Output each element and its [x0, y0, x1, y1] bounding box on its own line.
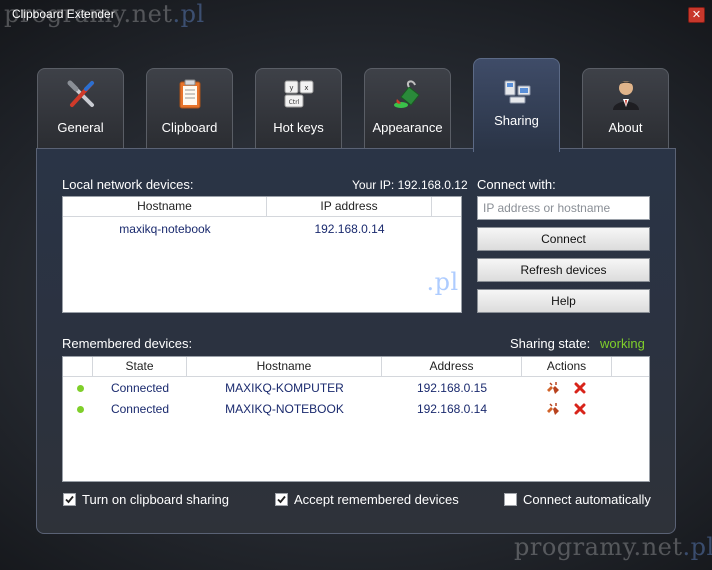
- watermark-center: programy.net.pl: [258, 268, 459, 296]
- disconnect-icon[interactable]: [546, 381, 560, 395]
- column-header-ip[interactable]: IP address: [267, 197, 432, 216]
- tab-appearance[interactable]: Appearance: [364, 68, 451, 148]
- close-button[interactable]: ✕: [688, 7, 705, 23]
- remembered-devices-heading: Remembered devices:: [62, 336, 193, 351]
- refresh-devices-button[interactable]: Refresh devices: [477, 258, 650, 282]
- window-title: Clipboard Extender: [12, 7, 115, 21]
- connect-automatically-label[interactable]: Connect automatically: [523, 492, 651, 507]
- delete-icon[interactable]: [574, 403, 586, 415]
- address-cell: 192.168.0.14: [416, 402, 488, 416]
- hostname-cell: MAXIKQ-KOMPUTER: [225, 381, 344, 395]
- state-cell: Connected: [110, 402, 170, 416]
- delete-icon[interactable]: [574, 382, 586, 394]
- local-devices-heading: Local network devices:: [62, 177, 194, 192]
- connected-status-dot: [77, 406, 84, 413]
- svg-text:x: x: [304, 84, 308, 92]
- user-icon: [613, 81, 639, 110]
- hostname-cell: maxikq-notebook: [119, 222, 211, 236]
- tab-label: Sharing: [494, 113, 539, 128]
- clipboard-sharing-label[interactable]: Turn on clipboard sharing: [82, 492, 229, 507]
- network-computers-icon: [504, 80, 531, 104]
- column-header-address[interactable]: Address: [382, 357, 522, 376]
- list-header: Hostname IP address: [63, 197, 461, 217]
- list-header: State Hostname Address Actions: [63, 357, 649, 377]
- disconnect-icon[interactable]: [546, 402, 560, 416]
- tab-label: General: [57, 120, 104, 135]
- checkmark-icon: [277, 495, 286, 504]
- connect-automatically-checkbox[interactable]: [504, 493, 517, 506]
- column-header-state[interactable]: State: [93, 357, 187, 376]
- column-header-actions[interactable]: Actions: [522, 357, 612, 376]
- clipboard-icon: [179, 79, 201, 109]
- tab-about[interactable]: About: [582, 68, 669, 148]
- sharing-state-label: Sharing state:: [510, 336, 591, 351]
- hostname-cell: MAXIKQ-NOTEBOOK: [225, 402, 344, 416]
- state-cell: Connected: [110, 381, 170, 395]
- tab-clipboard[interactable]: Clipboard: [146, 68, 233, 148]
- tab-hot-keys[interactable]: y x Ctrl Hot keys: [255, 68, 342, 148]
- accept-remembered-label[interactable]: Accept remembered devices: [294, 492, 459, 507]
- tools-icon: [67, 80, 94, 107]
- address-cell: 192.168.0.15: [416, 381, 488, 395]
- tab-general[interactable]: General: [37, 68, 124, 148]
- tab-label: About: [608, 120, 643, 135]
- your-ip-text: Your IP: 192.168.0.12: [352, 178, 468, 192]
- column-header-indicator[interactable]: [63, 357, 93, 376]
- tab-label: Appearance: [372, 120, 443, 135]
- help-button[interactable]: Help: [477, 289, 650, 313]
- tab-sharing[interactable]: Sharing: [473, 58, 560, 152]
- paint-bucket-icon: [394, 80, 420, 108]
- host-input[interactable]: [477, 196, 650, 220]
- svg-text:Ctrl: Ctrl: [289, 99, 300, 106]
- table-row[interactable]: Connected MAXIKQ-NOTEBOOK 192.168.0.14: [63, 399, 649, 419]
- column-header-hostname[interactable]: Hostname: [63, 197, 267, 216]
- table-row[interactable]: Connected MAXIKQ-KOMPUTER 192.168.0.15: [63, 378, 649, 398]
- accept-remembered-checkbox[interactable]: [275, 493, 288, 506]
- clipboard-sharing-checkbox[interactable]: [63, 493, 76, 506]
- checkmark-icon: [65, 495, 74, 504]
- svg-text:y: y: [289, 84, 293, 92]
- watermark-bottom: programy.net.pl: [514, 533, 712, 561]
- connect-heading: Connect with:: [477, 177, 556, 192]
- ip-cell: 192.168.0.14: [314, 222, 385, 236]
- connect-button[interactable]: Connect: [477, 227, 650, 251]
- remembered-devices-list[interactable]: State Hostname Address Actions Connected…: [62, 356, 650, 482]
- keyboard-keys-icon: y x Ctrl: [284, 80, 314, 108]
- title-bar: Clipboard Extender ✕: [0, 0, 712, 30]
- column-header-hostname[interactable]: Hostname: [187, 357, 382, 376]
- tab-label: Clipboard: [161, 120, 218, 135]
- sharing-state-value: working: [600, 336, 645, 351]
- tab-label: Hot keys: [273, 120, 324, 135]
- table-row[interactable]: maxikq-notebook 192.168.0.14: [63, 219, 461, 239]
- connected-status-dot: [77, 385, 84, 392]
